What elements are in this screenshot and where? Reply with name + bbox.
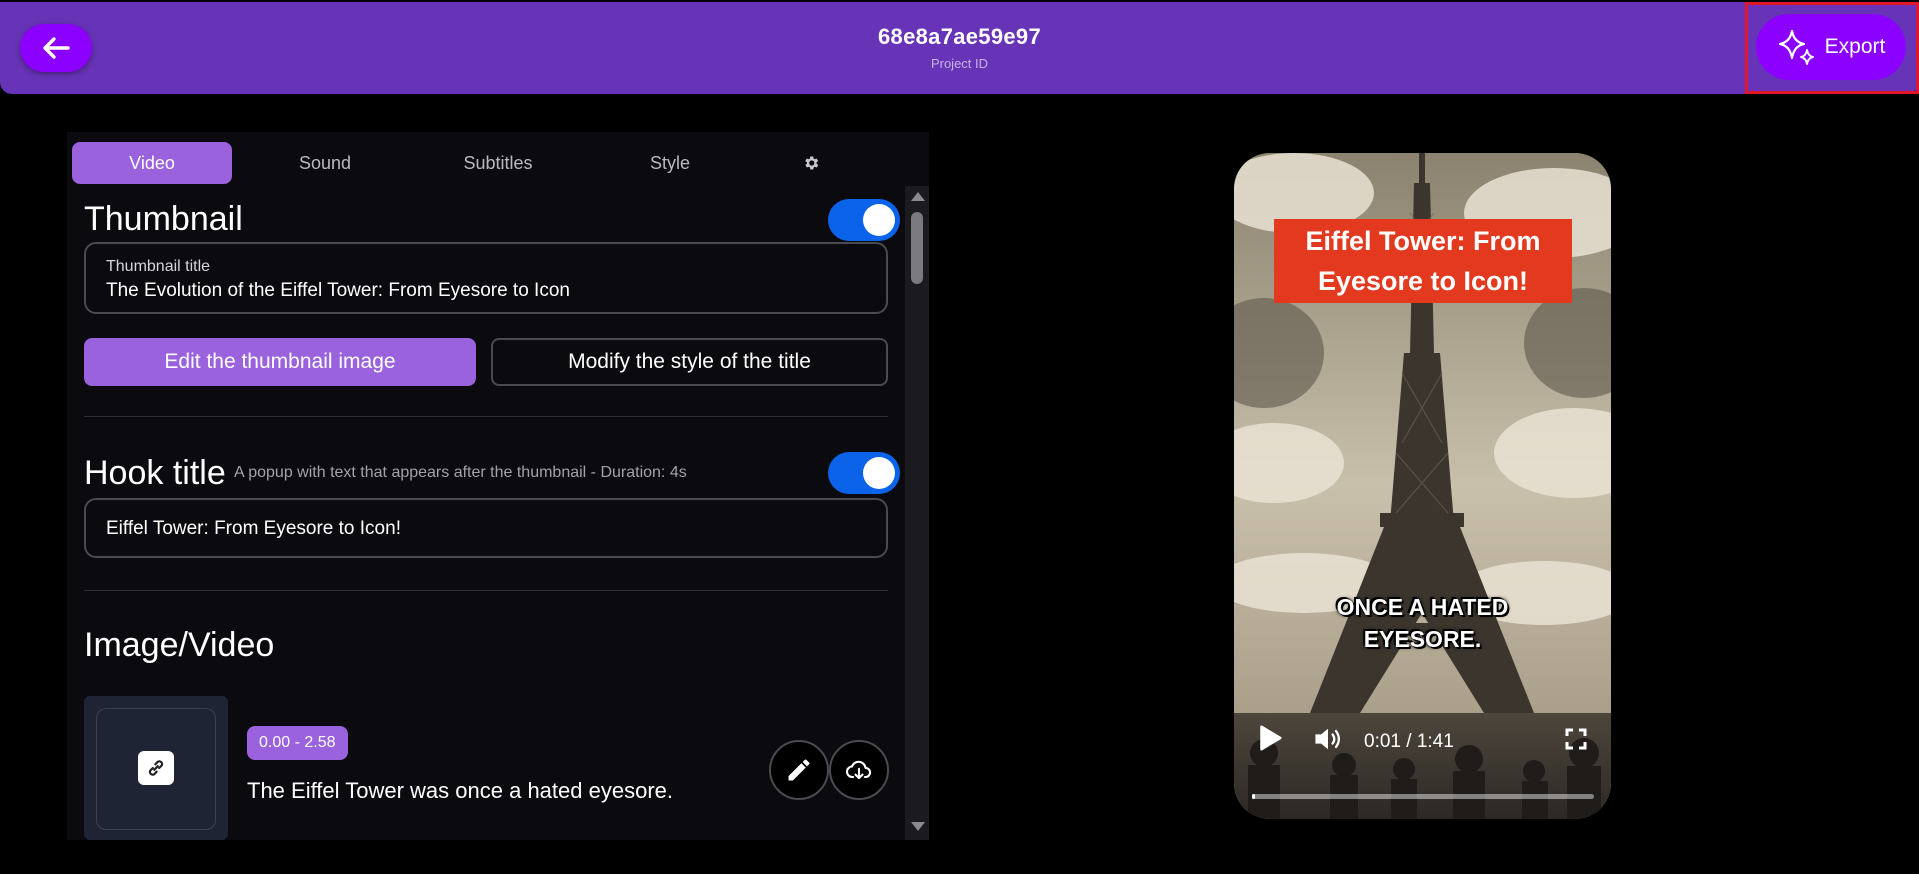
video-preview[interactable]: Eiffel Tower: From Eyesore to Icon! ONCE… bbox=[1234, 153, 1611, 819]
export-label: Export bbox=[1824, 35, 1886, 58]
thumbnail-title-value: The Evolution of the Eiffel Tower: From … bbox=[106, 280, 570, 301]
sparkles-icon bbox=[1778, 29, 1814, 65]
download-scene-button[interactable] bbox=[829, 740, 889, 800]
modify-title-style-button[interactable]: Modify the style of the title bbox=[491, 338, 888, 386]
preview-hook-card: Eiffel Tower: From Eyesore to Icon! bbox=[1274, 219, 1572, 303]
video-progress-fill bbox=[1252, 794, 1256, 799]
link-icon bbox=[148, 760, 164, 776]
hook-title-field[interactable]: Eiffel Tower: From Eyesore to Icon! bbox=[84, 498, 888, 558]
tab-video[interactable]: Video bbox=[72, 142, 232, 184]
hook-title-hint: A popup with text that appears after the… bbox=[234, 464, 687, 481]
image-video-title: Image/Video bbox=[84, 626, 275, 664]
cloud-download-icon bbox=[846, 760, 872, 780]
tab-sound[interactable]: Sound bbox=[245, 142, 405, 184]
play-icon bbox=[1260, 725, 1282, 751]
pencil-icon bbox=[788, 759, 810, 781]
toggle-knob bbox=[863, 457, 895, 489]
thumbnail-toggle[interactable] bbox=[828, 199, 900, 241]
preview-caption: ONCE A HATED EYESORE. bbox=[1336, 594, 1509, 653]
project-id-label: Project ID bbox=[930, 56, 989, 71]
hook-title-toggle[interactable] bbox=[828, 452, 900, 494]
scene-text: The Eiffel Tower was once a hated eyesor… bbox=[247, 778, 673, 803]
tab-subtitles[interactable]: Subtitles bbox=[418, 142, 578, 184]
scroll-down-arrow[interactable] bbox=[911, 822, 925, 831]
section-divider bbox=[84, 416, 888, 417]
thumbnail-title: Thumbnail bbox=[84, 200, 243, 238]
thumbnail-title-field[interactable]: Thumbnail title The Evolution of the Eif… bbox=[84, 242, 888, 314]
edit-scene-button[interactable] bbox=[769, 740, 829, 800]
editor-panel: Video Sound Subtitles Style Thumbnail Th… bbox=[67, 132, 929, 840]
edit-thumbnail-image-button[interactable]: Edit the thumbnail image bbox=[84, 338, 476, 386]
volume-icon bbox=[1315, 728, 1340, 750]
video-time: 0:01 / 1:41 bbox=[1364, 731, 1454, 752]
hook-title-value: Eiffel Tower: From Eyesore to Icon! bbox=[106, 518, 401, 539]
gear-icon bbox=[805, 156, 819, 170]
project-id: 68e8a7ae59e97 bbox=[878, 24, 1041, 49]
scene-media-thumbnail[interactable] bbox=[84, 696, 228, 840]
tab-settings[interactable] bbox=[761, 142, 861, 184]
top-bar: 68e8a7ae59e97 Project ID bbox=[0, 2, 1919, 94]
toggle-knob bbox=[863, 204, 895, 236]
video-controls: 0:01 / 1:41 bbox=[1234, 721, 1611, 761]
scrollbar-thumb[interactable] bbox=[911, 212, 923, 284]
export-button[interactable]: Export bbox=[1756, 14, 1906, 80]
section-divider bbox=[84, 590, 888, 591]
play-button[interactable] bbox=[1254, 723, 1290, 759]
scene-time-range: 0.00 - 2.58 bbox=[247, 726, 348, 760]
project-header: 68e8a7ae59e97 Project ID bbox=[0, 24, 1919, 71]
thumbnail-title-label: Thumbnail title bbox=[106, 258, 211, 275]
tab-style[interactable]: Style bbox=[590, 142, 750, 184]
volume-button[interactable] bbox=[1312, 725, 1346, 757]
link-button[interactable] bbox=[138, 751, 174, 785]
fullscreen-button[interactable] bbox=[1564, 727, 1592, 755]
scroll-up-arrow[interactable] bbox=[911, 192, 925, 201]
editor-tabs: Video Sound Subtitles Style bbox=[67, 132, 929, 186]
fullscreen-icon bbox=[1565, 728, 1587, 750]
hook-title: Hook title bbox=[84, 454, 226, 492]
scrollbar[interactable] bbox=[905, 186, 929, 840]
video-progress-bar[interactable] bbox=[1252, 794, 1594, 799]
